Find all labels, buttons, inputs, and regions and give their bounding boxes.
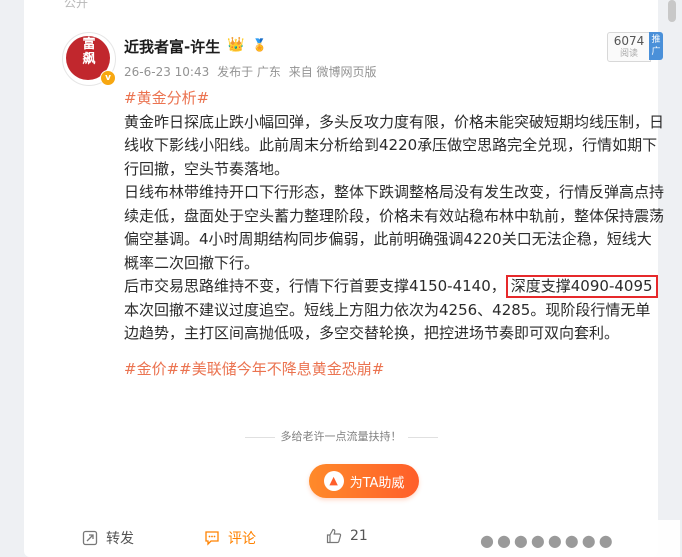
post-source: 来自 微博网页版 bbox=[288, 65, 377, 79]
like-count: 21 bbox=[350, 528, 368, 544]
view-label: 阅读 bbox=[619, 49, 638, 59]
view-counter: 6074 阅读 bbox=[607, 32, 651, 62]
comment-icon bbox=[205, 531, 219, 546]
post-date[interactable]: 26-6-23 10:43 bbox=[124, 65, 209, 79]
post-card: 公开 富飙 v 近我者富-许生 👑 🏅 26-6-23 10:43 发布于 广东… bbox=[24, 0, 664, 557]
medal-icon[interactable]: 🏅 bbox=[252, 38, 267, 52]
divider-line-left bbox=[244, 436, 275, 438]
footer-hashtags[interactable]: #金价##美联储今年不降息黄金恐崩# bbox=[124, 360, 384, 378]
comment-label: 评论 bbox=[228, 531, 256, 547]
paragraph-3: 后市交易思路维持不变，行情下行首要支撑4150-4140， 深度支撑4090-40… bbox=[124, 275, 664, 346]
paragraph-2: 日线布林带维持开口下行形态，整体下跌调整格局没有发生改变，行情反弹高点持续走低，… bbox=[124, 183, 665, 272]
comment-button[interactable]: 评论 bbox=[204, 528, 256, 548]
topic-tag[interactable]: #黄金分析# bbox=[124, 89, 209, 107]
privacy-label: 公开 bbox=[64, 0, 89, 10]
repost-label: 转发 bbox=[106, 531, 134, 547]
loading-dots-icon: ●●●●●●●● bbox=[480, 531, 616, 550]
repost-button[interactable]: 转发 bbox=[82, 528, 134, 548]
verified-badge-icon: v bbox=[100, 70, 116, 86]
view-count: 6074 bbox=[613, 34, 645, 48]
scrollbar-thumb[interactable] bbox=[668, 0, 676, 22]
post-meta: 26-6-23 10:43 发布于 广东 来自 微博网页版 bbox=[124, 63, 381, 80]
boost-button[interactable]: ▲ 为TA助威 bbox=[309, 464, 419, 498]
crown-icon[interactable]: 👑 bbox=[227, 37, 244, 53]
post-content: #黄金分析# 黄金昨日探底止跌小幅回弹，多头反攻力度有限，价格未能突破短期均线压… bbox=[124, 87, 664, 381]
promo-button[interactable]: 推广 bbox=[649, 32, 663, 60]
like-button[interactable]: 21 bbox=[326, 528, 368, 544]
boost-icon: ▲ bbox=[323, 471, 344, 491]
support-note: 多给老许一点流量扶持！ bbox=[280, 430, 402, 443]
paragraph-3-text: 后市交易思路维持不变，行情下行首要支撑4150-4140， bbox=[124, 277, 506, 295]
like-icon bbox=[326, 528, 342, 544]
paragraph-3-rest: 本次回撤不建议过度追空。短线上方阻力依次为4256、4285。现阶段行情无单边趋… bbox=[124, 300, 651, 343]
repost-icon bbox=[82, 530, 98, 546]
username[interactable]: 近我者富-许生 bbox=[124, 36, 220, 57]
boost-label: 为TA助威 bbox=[349, 475, 405, 491]
support-divider: 多给老许一点流量扶持！ bbox=[24, 428, 658, 444]
divider-line-right bbox=[407, 436, 438, 438]
post-location: 发布于 广东 bbox=[217, 65, 281, 79]
support-highlight: 深度支撑4090-4095 bbox=[505, 275, 658, 298]
paragraph-1: 黄金昨日探底止跌小幅回弹，多头反攻力度有限，价格未能突破短期均线压制，日线收下影… bbox=[124, 112, 665, 178]
avatar-text: 富飙 bbox=[82, 37, 96, 67]
